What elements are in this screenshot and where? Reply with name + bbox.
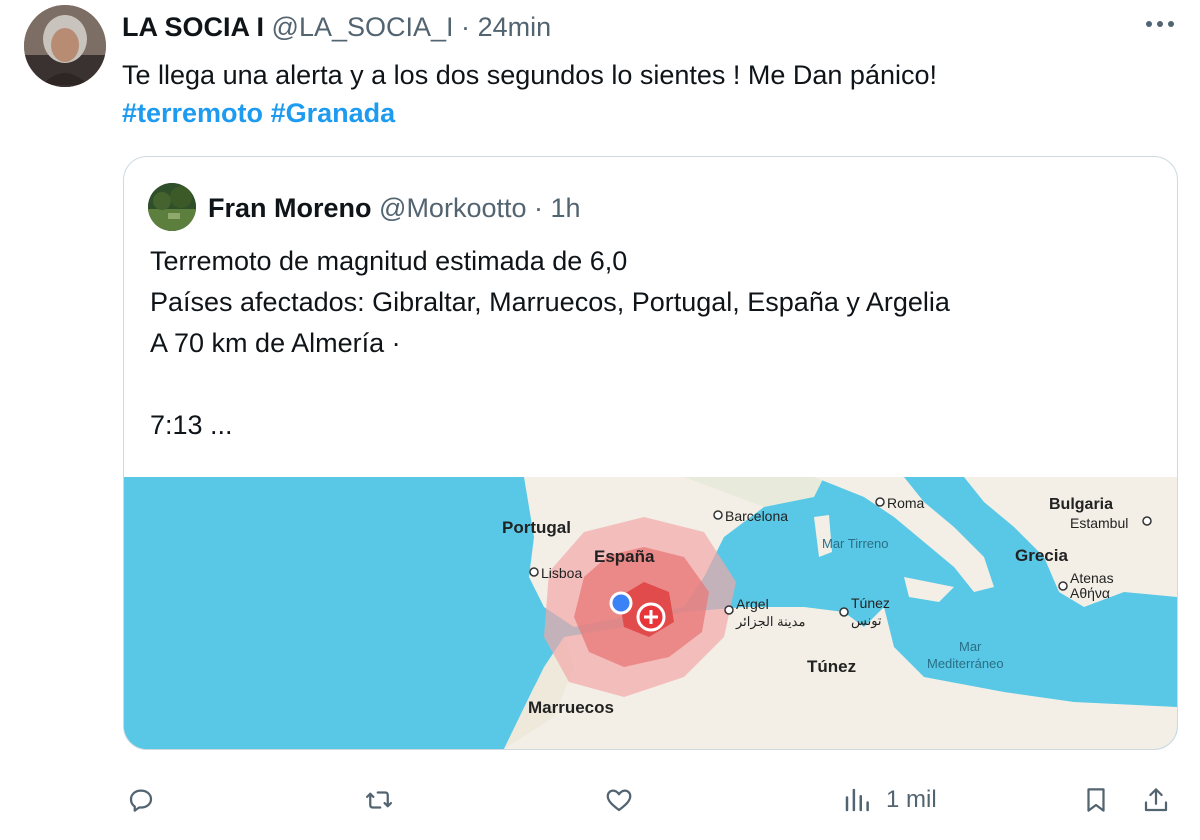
quote-line: ​ bbox=[150, 364, 950, 405]
timestamp[interactable]: 24min bbox=[478, 12, 552, 42]
map-label-mar-med-2: Mediterráneo bbox=[927, 656, 1004, 671]
like-button[interactable] bbox=[604, 778, 634, 822]
quote-text: Terremoto de magnitud estimada de 6,0 Pa… bbox=[150, 241, 950, 446]
heart-icon bbox=[606, 789, 632, 812]
hashtag-granada[interactable]: #Granada bbox=[271, 98, 396, 128]
earthquake-map-image[interactable]: Portugal España Lisboa Barcelona Roma Bu… bbox=[124, 477, 1177, 749]
map-label-tunez-city: Túnez bbox=[851, 595, 890, 611]
quote-separator: · bbox=[534, 193, 544, 223]
tweet: LA SOCIA I @LA_SOCIA_I · 24min Te llega … bbox=[0, 0, 1200, 840]
avatar[interactable] bbox=[24, 5, 106, 87]
map-label-roma: Roma bbox=[887, 495, 925, 511]
reply-button[interactable] bbox=[126, 778, 156, 822]
landscape-photo-icon bbox=[148, 183, 196, 231]
quoted-tweet[interactable]: Fran Moreno @Morkootto · 1h Terremoto de… bbox=[123, 156, 1178, 750]
map-label-estambul: Estambul bbox=[1070, 515, 1128, 531]
quote-display-name[interactable]: Fran Moreno bbox=[208, 193, 372, 223]
bookmark-icon bbox=[1087, 788, 1105, 812]
map-label-tunez-city-arabic: تونس bbox=[851, 613, 882, 629]
map-label-grecia: Grecia bbox=[1015, 546, 1068, 565]
more-options-icon bbox=[1146, 21, 1174, 27]
map-label-bulgaria: Bulgaria bbox=[1049, 496, 1113, 513]
tweet-text: Te llega una alerta y a los dos segundos… bbox=[122, 60, 937, 90]
quote-line: Terremoto de magnitud estimada de 6,0 bbox=[150, 246, 628, 276]
map-label-espana: España bbox=[594, 547, 655, 566]
retweet-button[interactable] bbox=[364, 778, 394, 822]
map-label-barcelona: Barcelona bbox=[725, 508, 788, 524]
views-chart-icon bbox=[845, 788, 869, 812]
map-label-portugal: Portugal bbox=[502, 518, 571, 537]
reply-icon bbox=[129, 789, 153, 812]
tweet-header: LA SOCIA I @LA_SOCIA_I · 24min bbox=[122, 10, 551, 44]
map-label-argel: Argel bbox=[736, 596, 769, 612]
quote-timestamp[interactable]: 1h bbox=[551, 193, 581, 223]
share-button[interactable] bbox=[1141, 778, 1171, 822]
map-svg: Portugal España Lisboa Barcelona Roma Bu… bbox=[124, 477, 1177, 749]
quote-line: 7:13 ... bbox=[150, 410, 233, 440]
share-icon bbox=[1144, 788, 1168, 812]
display-name[interactable]: LA SOCIA I bbox=[122, 12, 264, 42]
hashtag-terremoto[interactable]: #terremoto bbox=[122, 98, 263, 128]
hashtags: #terremoto #Granada bbox=[122, 94, 395, 132]
more-options-button[interactable] bbox=[1140, 10, 1180, 38]
quote-handle[interactable]: @Morkootto bbox=[379, 193, 526, 223]
map-label-mar-med-1: Mar bbox=[959, 639, 982, 654]
map-label-lisboa: Lisboa bbox=[541, 565, 582, 581]
quote-header: Fran Moreno @Morkootto · 1h bbox=[208, 191, 581, 225]
map-label-atenas: Atenas bbox=[1070, 570, 1114, 586]
retweet-icon bbox=[366, 791, 392, 809]
bookmark-button[interactable] bbox=[1081, 778, 1111, 822]
views-button[interactable]: 1 mil bbox=[842, 778, 937, 822]
handle[interactable]: @LA_SOCIA_I bbox=[272, 12, 454, 42]
person-photo-icon bbox=[24, 5, 106, 87]
map-label-argel-arabic: مدينة الجزائر bbox=[735, 614, 805, 630]
map-label-mar-tirreno: Mar Tirreno bbox=[822, 536, 888, 551]
quote-line: Países afectados: Gibraltar, Marruecos, … bbox=[150, 287, 950, 317]
quote-line: A 70 km de Almería · bbox=[150, 328, 401, 358]
map-label-atenas-greek: Αθήνα bbox=[1070, 585, 1110, 601]
quote-avatar[interactable] bbox=[148, 183, 196, 231]
map-label-tunez-country: Túnez bbox=[807, 657, 856, 676]
separator: · bbox=[461, 12, 471, 42]
action-bar: 1 mil bbox=[0, 770, 1200, 826]
map-label-marruecos: Marruecos bbox=[528, 698, 614, 717]
views-count: 1 mil bbox=[886, 786, 937, 813]
user-location-icon bbox=[609, 591, 633, 615]
